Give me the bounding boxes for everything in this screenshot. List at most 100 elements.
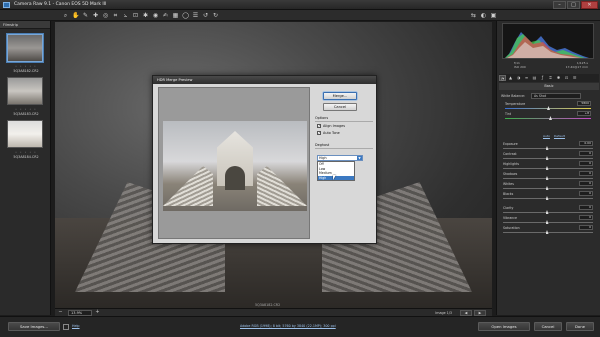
adjustment-brush-icon[interactable]: ✍ <box>162 12 169 19</box>
slider-value[interactable]: 0 <box>579 191 593 196</box>
dialog-cancel-button[interactable]: Cancel <box>323 103 357 111</box>
deghost-selected-value: High <box>319 156 327 160</box>
slider-value[interactable]: 0 <box>579 161 593 166</box>
default-link[interactable]: Default <box>554 134 565 138</box>
rotate-left-icon[interactable]: ↺ <box>202 12 209 19</box>
red-eye-icon[interactable]: ◉ <box>152 12 159 19</box>
auto-default-links: Auto Default <box>543 134 565 138</box>
auto-tone-option[interactable]: ✓ Auto Tone <box>317 131 340 135</box>
adjustments-panel: f/11 1/125 s ISO 200 17-40@17 mm ◔ ▲ ◑ ≡ ▤ ƒ ⌗ ✱ ⊡… <box>496 21 600 315</box>
thumbnail-image <box>8 121 42 147</box>
close-button[interactable]: ✕ <box>581 1 598 9</box>
merge-button[interactable]: Merge... <box>323 92 357 100</box>
camera-raw-app-icon <box>3 2 10 8</box>
straighten-icon[interactable]: ⦣ <box>122 12 129 19</box>
slider-value[interactable]: 0 <box>579 215 593 220</box>
slider-label: Shadows <box>503 172 518 176</box>
white-balance-select[interactable]: As Shot <box>531 93 581 99</box>
align-images-option[interactable]: ✓ Align Images <box>317 124 345 128</box>
histogram <box>502 23 594 59</box>
auto-tone-checkbox[interactable]: ✓ <box>317 131 321 135</box>
thumbnail-image <box>8 78 42 104</box>
rotate-right-icon[interactable]: ↻ <box>212 12 219 19</box>
preview-filename: 5Q3A8182.CR2 <box>255 303 281 307</box>
help-link[interactable]: Help <box>72 324 80 328</box>
thumbnail-image <box>8 35 42 61</box>
tint-track[interactable] <box>505 118 591 120</box>
basic-tab-icon[interactable]: ◔ <box>499 75 506 81</box>
spot-removal-icon[interactable]: ✱ <box>142 12 149 19</box>
before-after-icon[interactable]: ⇆ <box>470 12 477 19</box>
left-railing <box>163 166 213 206</box>
slider-value[interactable]: 0 <box>579 225 593 230</box>
deghost-divider <box>315 148 373 149</box>
lens-corrections-tab-icon[interactable]: ƒ <box>539 75 546 81</box>
temperature-value[interactable]: 5800 <box>577 101 591 106</box>
preferences-icon[interactable]: ☰ <box>192 12 199 19</box>
tint-label: Tint <box>505 112 512 116</box>
done-button[interactable]: Done <box>566 322 594 331</box>
tint-slider[interactable]: Tint +8 <box>501 111 597 122</box>
save-options-icon[interactable] <box>63 324 69 330</box>
transform-icon[interactable]: ⊡ <box>132 12 139 19</box>
save-images-button[interactable]: Save Images... <box>8 322 60 331</box>
options-label: Options <box>315 116 329 120</box>
tone-curve-tab-icon[interactable]: ▲ <box>507 75 514 81</box>
window-title: Camera Raw 9.1 - Canon EOS 5D Mark III <box>14 2 107 7</box>
hdr-merge-dialog: HDR Merge Preview Merge... Cancel Option… <box>152 75 377 244</box>
white-balance-icon[interactable]: ✎ <box>82 12 89 19</box>
deghost-option-high[interactable]: High <box>318 175 354 180</box>
camera-calibration-tab-icon[interactable]: ✱ <box>555 75 562 81</box>
chevron-down-icon[interactable]: ▼ <box>357 156 362 160</box>
presets-tab-icon[interactable]: ⊡ <box>563 75 570 81</box>
fullscreen-icon[interactable]: ▣ <box>490 12 497 19</box>
camera-info: f/11 1/125 s ISO 200 17-40@17 mm <box>502 61 594 69</box>
filmstrip-thumb-1[interactable] <box>7 34 43 62</box>
slider-blacks[interactable]: Blacks 0 <box>499 191 599 202</box>
histogram-graph <box>505 32 589 58</box>
filmstrip-thumb-2[interactable] <box>7 77 43 105</box>
slider-value[interactable]: 0 <box>579 171 593 176</box>
graduated-filter-icon[interactable]: ▦ <box>172 12 179 19</box>
slider-value[interactable]: 0 <box>579 181 593 186</box>
align-images-checkbox[interactable]: ✓ <box>317 124 321 128</box>
hand-icon[interactable]: ✋ <box>72 12 79 19</box>
rating-stars[interactable]: • • • • • <box>4 107 48 111</box>
preview-footer: − + 13.9% Image 1/3 ◀ ▶ <box>55 308 492 316</box>
highlight-clipping-icon[interactable]: ◐ <box>480 12 487 19</box>
slider-label: Contrast <box>503 152 517 156</box>
hdr-preview-image <box>163 121 307 211</box>
title-bar: Camera Raw 9.1 - Canon EOS 5D Mark III –… <box>0 0 600 10</box>
slider-value[interactable]: 0 <box>579 151 593 156</box>
filmstrip-header[interactable]: Filmstrip <box>0 21 50 29</box>
slider-label: Highlights <box>503 162 520 166</box>
target-adjust-icon[interactable]: ◎ <box>102 12 109 19</box>
open-images-button[interactable]: Open Images <box>478 322 530 331</box>
toolbar: ⌕ ✋ ✎ ✚ ◎ ⌗ ⦣ ⊡ ✱ ◉ ✍ ▦ ◯ ☰ ↺ ↻ ⇆ ◐ ▣ <box>0 10 600 21</box>
auto-link[interactable]: Auto <box>543 134 550 138</box>
maximize-button[interactable]: □ <box>567 1 580 9</box>
snapshots-tab-icon[interactable]: ☰ <box>571 75 578 81</box>
filmstrip-thumb-3[interactable] <box>7 120 43 148</box>
radial-filter-icon[interactable]: ◯ <box>182 12 189 19</box>
deghost-dropdown-list: Off Low Medium High <box>317 161 355 181</box>
effects-tab-icon[interactable]: ⌗ <box>547 75 554 81</box>
cancel-button[interactable]: Cancel <box>534 322 562 331</box>
detail-tab-icon[interactable]: ◑ <box>515 75 522 81</box>
minimize-button[interactable]: – <box>553 1 566 9</box>
hsl-tab-icon[interactable]: ≡ <box>523 75 530 81</box>
rating-stars[interactable]: • • • • • <box>4 64 48 68</box>
color-sampler-icon[interactable]: ✚ <box>92 12 99 19</box>
temperature-label: Temperature <box>505 102 526 106</box>
crop-icon[interactable]: ⌗ <box>112 12 119 19</box>
image-count: Image 1/3 <box>435 311 452 315</box>
rating-stars[interactable]: • • • • • <box>4 150 48 154</box>
slider-value[interactable]: 0 <box>579 205 593 210</box>
slider-saturation[interactable]: Saturation 0 <box>499 225 599 236</box>
split-toning-tab-icon[interactable]: ▤ <box>531 75 538 81</box>
slider-value[interactable]: 0.00 <box>579 141 593 146</box>
zoom-icon[interactable]: ⌕ <box>62 12 69 19</box>
bottom-bar: Save Images... Help Adobe RGB (1998); 8 … <box>0 316 600 337</box>
tint-value[interactable]: +8 <box>577 111 591 116</box>
workflow-options-link[interactable]: Adobe RGB (1998); 8 bit; 5760 by 3840 (2… <box>240 324 336 328</box>
